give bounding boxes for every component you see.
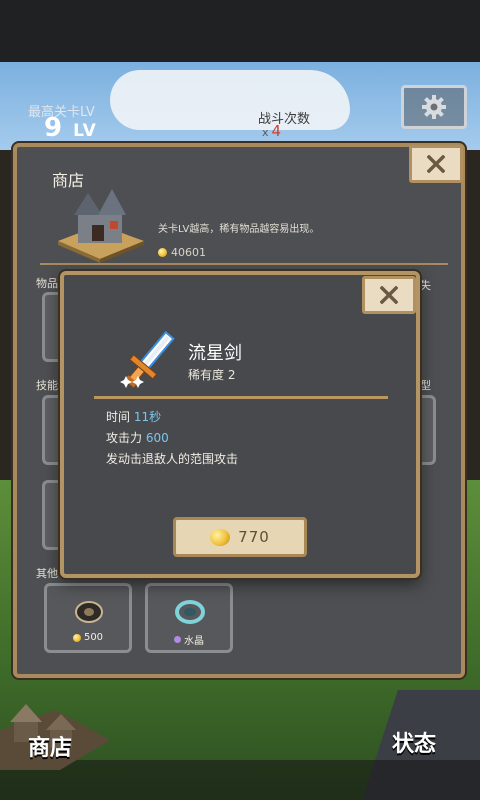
disc-icon [75,601,103,623]
slot-price-value: 500 [83,632,104,643]
stat-value: 11秒 [133,410,162,424]
stat-value: 600 [145,431,169,445]
other-slot-crystal-ring[interactable]: 水晶 [145,583,233,653]
coin-icon [158,248,167,257]
max-stage-value: 9 LV [44,113,97,143]
right-edge-label-1: 失 [420,279,431,292]
slot-price-value: 水晶 [184,636,204,647]
close-icon [427,155,445,173]
shop-divider [40,263,448,265]
right-edge-label-2: 型 [420,379,431,392]
cloud [110,70,350,130]
battle-count-value: 4 [271,122,282,140]
stat-duration: 时间 11秒 [106,408,161,425]
stat-description: 发动击退敌人的范围攻击 [106,450,238,467]
section-label-items: 物品 [36,277,58,290]
item-rarity: 稀有度 2 [188,368,236,382]
dialog-divider [94,396,388,399]
section-label-skills: 技能 [36,379,58,392]
stat-label: 发动击退敌人的范围攻击 [106,452,239,466]
coin-icon [210,528,231,546]
settings-button[interactable] [401,85,467,129]
stat-label: 攻击力 [106,431,146,445]
shop-building-icon [58,189,144,263]
slot-price: 水晶 [148,632,230,647]
battle-count-prefix: x [262,126,269,139]
close-icon [380,286,398,304]
crystal-icon [174,636,181,643]
item-name: 流星剑 [188,343,242,364]
gear-icon [422,95,446,119]
shop-coin-balance: 40601 [158,246,206,259]
buy-button[interactable]: 770 [173,517,307,557]
shop-close-button[interactable] [409,145,463,183]
coin-balance-value: 40601 [171,246,206,259]
nav-shop-button[interactable]: 商店 [28,730,72,762]
coin-icon [72,633,81,642]
stat-attack: 攻击力 600 [106,429,169,446]
section-label-other: 其他 [36,567,58,580]
crystal-ring-icon [175,600,205,624]
dialog-close-button[interactable] [362,276,416,314]
stat-label: 时间 [106,410,134,424]
nav-status-button[interactable]: 状态 [392,726,436,758]
slot-price: 500 [47,632,129,643]
battle-count: x4 [262,122,281,140]
buy-price: 770 [238,528,270,546]
max-stage-unit: LV [73,121,97,141]
shop-hint-text: 关卡LV越高，稀有物品越容易出现。 [158,224,320,235]
meteor-sword-icon [120,330,175,388]
other-slot-disc[interactable]: 500 [44,583,132,653]
max-stage-number: 9 [44,113,64,143]
